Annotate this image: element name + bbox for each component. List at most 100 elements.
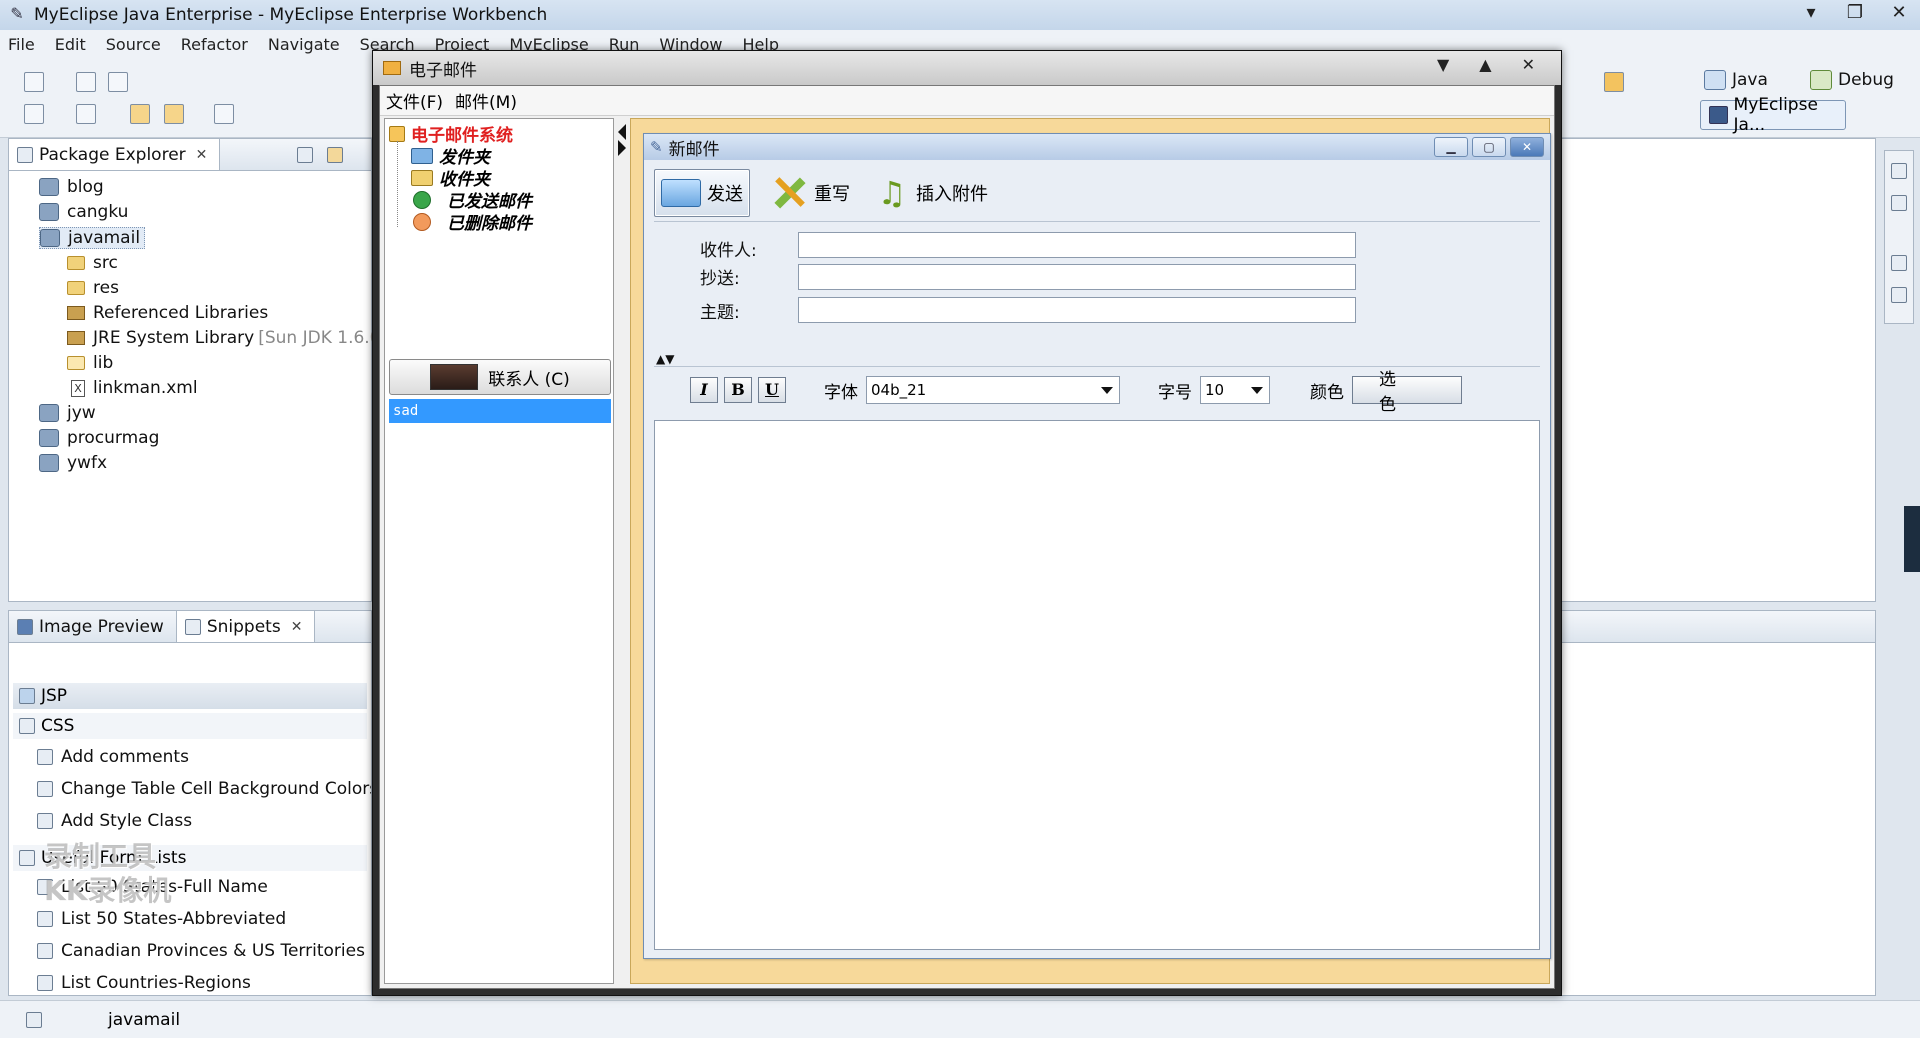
cc-label: 抄送: xyxy=(700,269,740,289)
window-close-button[interactable]: ✕ xyxy=(1886,2,1912,23)
link-with-editor-icon[interactable] xyxy=(327,147,343,163)
tree-item-deleted[interactable]: 已删除邮件 xyxy=(413,209,532,234)
to-label: 收件人: xyxy=(700,241,757,261)
italic-button[interactable]: I xyxy=(690,377,718,403)
forward-icon[interactable] xyxy=(214,104,234,124)
frame-close-button[interactable]: ✕ xyxy=(1510,137,1544,157)
tree-item-cangku[interactable]: cangku xyxy=(39,202,128,222)
choose-color-button[interactable]: 选色 xyxy=(1352,370,1462,415)
save-icon[interactable] xyxy=(76,72,96,92)
rewrite-button[interactable]: 重写 xyxy=(762,169,856,217)
snippet-icon xyxy=(37,911,53,927)
contact-item-selected[interactable]: sad xyxy=(389,399,611,423)
tree-item-jyw[interactable]: jyw xyxy=(39,403,96,423)
status-selected-project: javamail xyxy=(108,1009,181,1030)
collapse-header-toggle[interactable]: ▲▼ xyxy=(656,352,674,366)
tree-item-lib[interactable]: lib xyxy=(67,353,113,373)
tab-snippets[interactable]: Snippets ✕ xyxy=(176,611,316,642)
frame-maximize-button[interactable]: ▢ xyxy=(1472,137,1506,157)
console-view xyxy=(1560,610,1876,996)
bold-button[interactable]: B xyxy=(724,377,752,403)
snippet-canadian-provinces[interactable]: Canadian Provinces & US Territories xyxy=(37,941,365,961)
expand-right-arrow-icon[interactable] xyxy=(618,140,626,156)
subject-input[interactable] xyxy=(798,297,1356,323)
cc-input[interactable] xyxy=(798,264,1356,290)
snippet-category-jsp[interactable]: JSP xyxy=(13,683,367,709)
tree-item-blog[interactable]: blog xyxy=(39,177,104,197)
new-icon[interactable] xyxy=(24,72,44,92)
tree-item-src[interactable]: src xyxy=(67,253,118,273)
snippet-change-table-cell-bg[interactable]: Change Table Cell Background Colors xyxy=(37,779,371,799)
close-icon[interactable]: ✕ xyxy=(196,147,208,163)
back-history-icon[interactable] xyxy=(130,104,150,124)
email-window-menu-button[interactable]: ▼ xyxy=(1437,55,1449,74)
frame-minimize-button[interactable]: ▁ xyxy=(1434,137,1468,157)
debug-perspective-button[interactable]: Debug xyxy=(1810,70,1894,90)
tree-item-jre-system-library[interactable]: JRE System Library [Sun JDK 1.6.0_13] xyxy=(67,328,417,348)
snippet-add-style-class[interactable]: Add Style Class xyxy=(37,811,192,831)
attach-file-button[interactable]: ♫ 插入附件 xyxy=(868,169,994,217)
outline-icon[interactable] xyxy=(1891,195,1907,211)
close-icon[interactable]: ✕ xyxy=(291,619,303,635)
menu-mail-m[interactable]: 邮件(M) xyxy=(455,88,517,113)
fast-view-icon[interactable] xyxy=(26,1011,42,1028)
recorder-watermark: 录制工具 KK录像机 xyxy=(44,840,172,907)
back-icon[interactable] xyxy=(164,104,184,124)
menu-file[interactable]: File xyxy=(8,35,35,54)
email-window-body: 文件(F) 邮件(M) 电子邮件系统 发件夹 收件夹 已发送邮件 已删除邮件 联… xyxy=(379,85,1555,989)
menu-source[interactable]: Source xyxy=(106,35,161,54)
folder-icon xyxy=(67,356,85,370)
tasks-icon[interactable] xyxy=(1891,287,1907,303)
to-input[interactable] xyxy=(798,232,1356,258)
window-title-bar: ✎ MyEclipse Java Enterprise - MyEclipse … xyxy=(0,0,1920,30)
size-select[interactable]: 10 xyxy=(1200,376,1270,404)
message-body-editor[interactable] xyxy=(654,420,1540,950)
myeclipse-perspective-button[interactable]: MyEclipse Ja... xyxy=(1700,95,1846,135)
snippet-icon xyxy=(37,943,53,959)
collapse-left-arrow-icon[interactable] xyxy=(618,124,626,140)
email-window-close-button[interactable]: ✕ xyxy=(1522,55,1535,74)
collapse-all-icon[interactable] xyxy=(297,147,313,163)
tab-package-explorer[interactable]: Package Explorer ✕ xyxy=(9,139,221,170)
send-button[interactable]: 发送 xyxy=(654,168,750,217)
delete-circle-icon xyxy=(413,212,431,231)
restore-icon[interactable] xyxy=(1891,163,1907,179)
snippet-list-50-states-abbr[interactable]: List 50 States-Abbreviated xyxy=(37,909,286,929)
java-perspective-button[interactable]: Java xyxy=(1704,70,1768,90)
compose-toolbar: 发送 重写 ♫ 插入附件 xyxy=(654,164,1540,222)
snippet-list-countries[interactable]: List Countries-Regions xyxy=(37,973,251,993)
new-project-icon[interactable] xyxy=(24,104,44,124)
font-select[interactable]: 04b_21 xyxy=(866,376,1120,404)
tab-image-preview[interactable]: Image Preview xyxy=(9,611,177,642)
window-restore-button[interactable]: ❐ xyxy=(1842,2,1868,23)
pencil-eraser-icon xyxy=(768,173,808,213)
compose-icon: ✎ xyxy=(650,138,663,156)
restore-icon[interactable] xyxy=(1891,255,1907,271)
open-perspective-icon[interactable] xyxy=(1604,72,1624,92)
snippet-category-css[interactable]: CSS xyxy=(13,713,367,739)
tree-item-javamail[interactable]: javamail xyxy=(39,227,146,249)
menu-navigate[interactable]: Navigate xyxy=(268,35,340,54)
tree-item-res[interactable]: res xyxy=(67,278,119,298)
drawer-icon xyxy=(19,688,35,704)
snippet-icon xyxy=(37,781,53,797)
right-edge-tab[interactable] xyxy=(1904,506,1920,572)
split-pane-divider[interactable] xyxy=(614,118,630,984)
contacts-button[interactable]: 联系人 (C) xyxy=(389,359,611,395)
menu-file-f[interactable]: 文件(F) xyxy=(386,88,443,113)
tree-item-ywfx[interactable]: ywfx xyxy=(39,453,107,473)
tree-item-referenced-libraries[interactable]: Referenced Libraries xyxy=(67,303,268,323)
snippet-add-comments[interactable]: Add comments xyxy=(37,747,189,767)
email-window-title-bar: 电子邮件 ▼ ▲ ✕ xyxy=(373,51,1561,85)
tree-item-procurmag[interactable]: procurmag xyxy=(39,428,159,448)
window-menu-button[interactable]: ▾ xyxy=(1798,2,1824,23)
package-folder-icon xyxy=(67,256,85,270)
underline-button[interactable]: U xyxy=(758,377,786,403)
menu-refactor[interactable]: Refactor xyxy=(181,35,248,54)
open-type-icon[interactable] xyxy=(76,104,96,124)
tree-item-linkman-xml[interactable]: Xlinkman.xml xyxy=(71,378,198,398)
inbox-icon xyxy=(411,169,433,186)
menu-edit[interactable]: Edit xyxy=(55,35,86,54)
email-window-maximize-button[interactable]: ▲ xyxy=(1479,55,1491,74)
print-icon[interactable] xyxy=(108,72,128,92)
